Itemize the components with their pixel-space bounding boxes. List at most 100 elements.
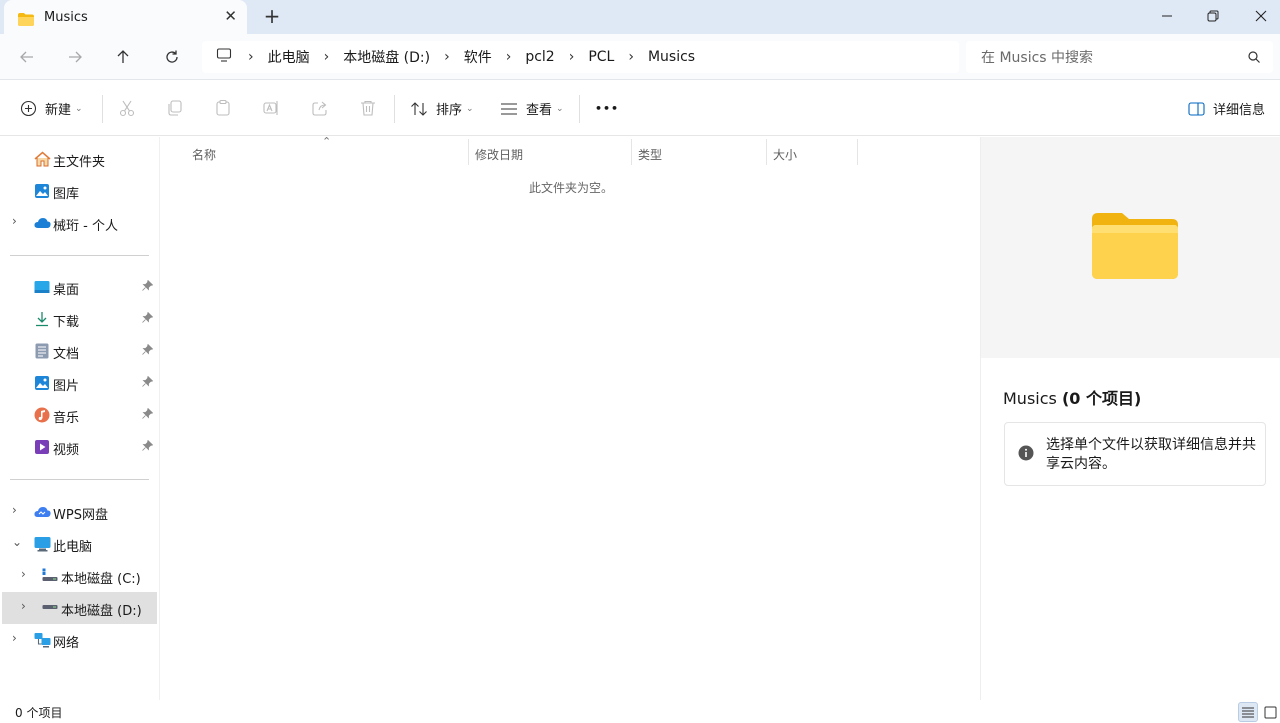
column-separator[interactable] (857, 139, 858, 165)
pin-icon[interactable] (142, 407, 154, 423)
forward-button[interactable] (61, 43, 89, 71)
chevron-right-icon[interactable]: › (324, 49, 330, 65)
nav-item-pictures[interactable]: 图片 (2, 367, 157, 399)
monitor-icon[interactable] (216, 47, 232, 67)
refresh-icon (166, 50, 178, 63)
refresh-button[interactable] (158, 43, 186, 71)
nav-item-gallery[interactable]: 图库 (2, 175, 157, 207)
nav-item-drive-d[interactable]: › 本地磁盘 (D:) (2, 592, 157, 624)
chevron-down-icon: ⌄ (466, 103, 474, 114)
nav-label: 本地磁盘 (C:) (61, 572, 141, 587)
nav-item-documents[interactable]: 文档 (2, 335, 157, 367)
arrow-left-icon (20, 51, 33, 63)
pin-icon[interactable] (142, 311, 154, 327)
nav-label: 音乐 (53, 411, 80, 426)
cut-icon[interactable] (118, 99, 136, 117)
tab-title: Musics (44, 9, 88, 25)
chevron-right-icon[interactable]: › (506, 49, 512, 65)
search-placeholder: 在 Musics 中搜索 (981, 50, 1094, 66)
chevron-right-icon[interactable]: › (21, 599, 26, 613)
column-separator[interactable] (468, 139, 469, 165)
nav-item-music[interactable]: 音乐 (2, 399, 157, 431)
chevron-right-icon[interactable]: › (12, 503, 17, 517)
nav-item-drive-c[interactable]: › 本地磁盘 (C:) (2, 560, 157, 592)
view-button[interactable]: 查看 ⌄ (500, 81, 564, 136)
desktop-icon (34, 279, 50, 295)
nav-label: 网络 (53, 636, 80, 651)
breadcrumb-pcl[interactable]: PCL (588, 49, 614, 65)
new-tab-button[interactable]: + (262, 6, 282, 26)
navigation-pane: 主文件夹 图库 › 械珩 - 个人 桌面 下载 文档 图片 音乐 视频 › WP… (0, 137, 158, 700)
tab-close-icon[interactable]: ✕ (224, 8, 237, 24)
picture-icon (34, 375, 50, 391)
nav-label: 下载 (53, 315, 80, 330)
new-button[interactable]: 新建 ⌄ (20, 81, 83, 136)
column-header-type[interactable]: 类型 (638, 141, 662, 167)
breadcrumb-this-pc[interactable]: 此电脑 (268, 47, 310, 67)
share-icon[interactable] (311, 99, 329, 117)
details-view-button[interactable] (1238, 702, 1258, 722)
breadcrumb[interactable]: › 此电脑 › 本地磁盘 (D:) › 软件 › pcl2 › PCL › Mu… (202, 41, 959, 73)
chevron-right-icon[interactable]: › (12, 214, 17, 228)
paste-icon[interactable] (214, 99, 232, 117)
pin-icon[interactable] (142, 279, 154, 295)
column-header-name[interactable]: 名称 (192, 141, 216, 167)
download-icon (34, 311, 50, 327)
gallery-icon (34, 183, 50, 199)
nav-label: WPS网盘 (53, 508, 108, 523)
sort-button[interactable]: 排序 ⌄ (410, 81, 474, 136)
nav-item-onedrive[interactable]: › 械珩 - 个人 (2, 207, 157, 239)
chevron-right-icon[interactable]: › (444, 49, 450, 65)
video-icon (34, 439, 50, 455)
nav-item-wps-drive[interactable]: › WPS网盘 (2, 496, 157, 528)
chevron-down-icon[interactable]: ⌄ (12, 535, 22, 549)
chevron-down-icon: ⌄ (556, 103, 564, 114)
breadcrumb-musics[interactable]: Musics (648, 49, 695, 65)
restore-button[interactable] (1190, 0, 1236, 32)
column-separator[interactable] (631, 139, 632, 165)
pin-icon[interactable] (142, 439, 154, 455)
breadcrumb-software[interactable]: 软件 (464, 47, 492, 67)
nav-item-downloads[interactable]: 下载 (2, 303, 157, 335)
breadcrumb-pcl2[interactable]: pcl2 (525, 49, 554, 65)
details-pane-button[interactable]: 详细信息 (1188, 81, 1265, 136)
nav-label: 主文件夹 (53, 155, 106, 170)
nav-item-this-pc[interactable]: ⌄ 此电脑 (2, 528, 157, 560)
large-icons-view-button[interactable] (1260, 702, 1280, 722)
pin-icon[interactable] (142, 343, 154, 359)
tab-musics[interactable]: Musics ✕ (4, 0, 247, 34)
search-icon[interactable] (1247, 50, 1261, 68)
address-row: › 此电脑 › 本地磁盘 (D:) › 软件 › pcl2 › PCL › Mu… (0, 34, 1280, 80)
copy-icon[interactable] (166, 99, 184, 117)
chevron-right-icon[interactable]: › (569, 49, 575, 65)
nav-item-desktop[interactable]: 桌面 (2, 271, 157, 303)
title-bar: Musics ✕ + (0, 0, 1280, 34)
nav-label: 械珩 - 个人 (53, 219, 118, 234)
minimize-button[interactable] (1144, 0, 1190, 32)
chevron-right-icon[interactable]: › (12, 631, 17, 645)
sort-ascending-icon: ⌃ (322, 135, 332, 148)
nav-item-network[interactable]: › 网络 (2, 624, 157, 656)
more-options-button[interactable]: ••• (595, 81, 619, 136)
close-window-button[interactable] (1238, 0, 1280, 32)
pin-icon[interactable] (142, 375, 154, 391)
search-input[interactable]: 在 Musics 中搜索 (966, 41, 1273, 73)
back-button[interactable] (13, 43, 41, 71)
column-header-modified[interactable]: 修改日期 (475, 141, 523, 167)
nav-item-videos[interactable]: 视频 (2, 431, 157, 463)
computer-icon (34, 536, 51, 552)
up-button[interactable] (109, 43, 137, 71)
details-item-count: (0 个项目) (1061, 389, 1142, 408)
column-separator[interactable] (766, 139, 767, 165)
rename-icon[interactable] (262, 99, 280, 117)
delete-icon[interactable] (359, 99, 377, 117)
nav-item-home[interactable]: 主文件夹 (2, 143, 157, 175)
file-list[interactable]: 名称 ⌃ 修改日期 类型 大小 此文件夹为空。 (159, 135, 979, 700)
chevron-right-icon[interactable]: › (628, 49, 634, 65)
nav-label: 桌面 (53, 283, 80, 298)
chevron-right-icon[interactable]: › (248, 49, 254, 65)
breadcrumb-drive-d[interactable]: 本地磁盘 (D:) (343, 47, 430, 67)
new-label: 新建 (45, 103, 72, 118)
column-header-size[interactable]: 大小 (773, 141, 797, 167)
chevron-right-icon[interactable]: › (21, 567, 26, 581)
